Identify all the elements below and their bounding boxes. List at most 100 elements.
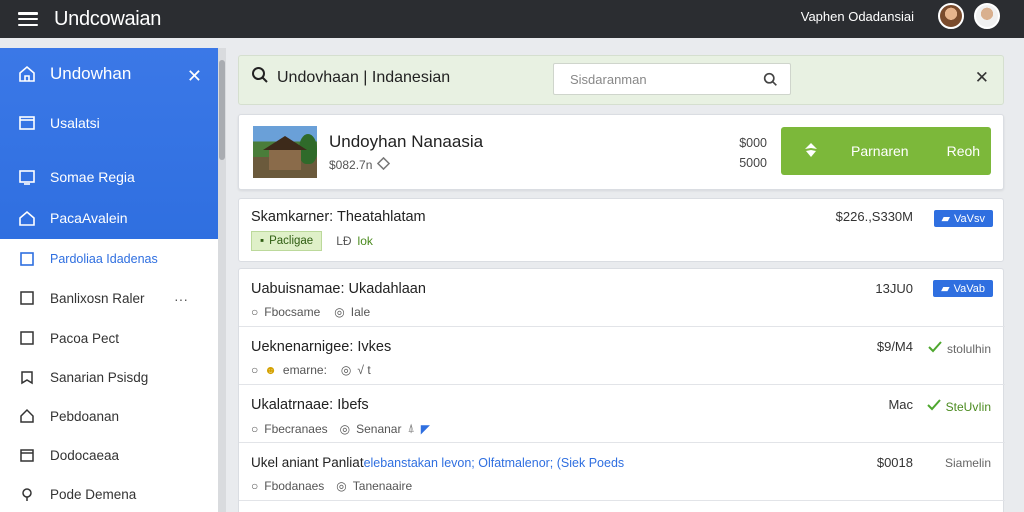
sidebar-item-label: Usalatsi	[50, 115, 100, 131]
listing-card[interactable]: Skamkarner: Theatahlatam ▪ Pacligae LĐ l…	[238, 198, 1004, 262]
listing-title-main: Ukel aniant Panliat	[251, 455, 364, 470]
status-badge[interactable]: ▰ VaVab	[933, 280, 993, 297]
sidebar-item-dodocaeaa[interactable]: Dodocaeaa	[0, 446, 218, 464]
monitor-icon	[18, 168, 36, 186]
sidebar-item-label: Pebdoanan	[50, 408, 120, 424]
sidebar: Undowhan ✕ Usalatsi Somae Regia PacaAval…	[0, 48, 218, 512]
sidebar-item-label: Banlixosn Raler	[50, 290, 145, 306]
status-label: SteUvIin	[945, 399, 991, 414]
product-title: Undoyhan Nanaasia	[329, 132, 484, 151]
status-indicator: SteUvIin	[926, 398, 991, 415]
listing-meta-2: Senanar	[356, 421, 402, 436]
listing-meta-2: √ t	[357, 363, 371, 377]
pin-icon: ⍋	[407, 421, 415, 435]
close-icon[interactable]: ✕	[187, 66, 202, 87]
listing-price: $9/M4	[876, 339, 913, 354]
sidebar-item-pardoliaa[interactable]: Pardoliaa Idadenas	[0, 250, 218, 268]
listing-meta-1: Fbecranaes	[264, 421, 328, 436]
clock-icon: ○	[251, 305, 259, 319]
product-price-1: $000	[739, 136, 767, 150]
product-card: Undoyhan Nanaasia $082.7n $000 5000 Parn…	[238, 114, 1004, 190]
sidebar-item-usalatsi[interactable]: Usalatsi	[0, 114, 218, 132]
package-icon: ▪	[260, 235, 265, 247]
listing-panel: Uabuisnamae: Ukadahlaan ○ Fbocsame ◎ Ial…	[238, 268, 1005, 512]
package-tag[interactable]: ▪ Pacligae	[251, 231, 323, 251]
card-icon	[18, 114, 36, 132]
listing-meta-2: Tanenaaire	[352, 479, 413, 493]
listing-price: 13JU0	[875, 281, 913, 296]
listing-title: Ukalatrnaae: Ibefs	[251, 397, 369, 413]
listing-meta-1: emarne:	[282, 363, 327, 377]
product-prices: $000 5000	[735, 133, 767, 173]
clock-icon: ○	[251, 421, 259, 436]
tag-icon: ◤	[420, 421, 430, 436]
secondary-search-field[interactable]	[553, 63, 791, 95]
search-icon[interactable]	[763, 72, 778, 92]
status-label: stolulhin	[946, 341, 991, 356]
check-icon	[927, 340, 943, 357]
status-badge-label: VaVsv	[954, 212, 985, 225]
search-icon	[251, 66, 269, 89]
list-item[interactable]: Uabuisnamae: Ukadahlaan ○ Fbocsame ◎ Ial…	[239, 269, 1005, 327]
listing-meta-1: Fbocsame	[264, 305, 321, 319]
status-badge[interactable]: ▰ VaVsv	[933, 210, 993, 227]
sidebar-item-label: PacaAvalein	[50, 210, 128, 226]
sidebar-item-pacaavalein[interactable]: PacaAvalein	[0, 209, 218, 227]
menu-icon[interactable]	[18, 12, 38, 26]
chat-icon: ▰	[941, 283, 950, 295]
product-thumbnail[interactable]	[253, 126, 317, 178]
listing-meta-extra[interactable]: lok	[358, 234, 373, 248]
calendar-icon	[18, 446, 36, 464]
cta-label-primary: Parnaren	[851, 143, 909, 159]
clock-icon: ○	[251, 363, 259, 377]
product-subtitle-text: $082.7n	[329, 158, 373, 172]
sidebar-item-label: Somae Regia	[50, 169, 135, 185]
status-label: Siamelin	[944, 456, 991, 470]
sidebar-item-pacoa-pect[interactable]: Pacoa Pect	[0, 329, 218, 347]
listing-meta-code: LĐ	[336, 234, 352, 248]
cta-label-secondary: Reoh	[946, 143, 981, 159]
sidebar-scrollbar[interactable]	[218, 48, 226, 512]
sidebar-item-pebdoanan[interactable]: Pebdoanan	[0, 407, 218, 425]
list-item[interactable]: Ueknenarnigee: Ivkes ○ ☻ emarne: ◎ √ t $…	[239, 327, 1005, 385]
listing-price: $226.,S330M	[835, 209, 913, 224]
list-item[interactable]: Ukalatrnaae: Ibefs ○ Fbecranaes ◎ Senana…	[239, 385, 1005, 443]
listing-price: Mac	[888, 397, 913, 412]
sidebar-item-pode-demena[interactable]: Pode Demena	[0, 485, 218, 503]
listing-meta: ○ Fbodanaes ◎ Tanenaaire	[251, 479, 412, 493]
avatar-secondary[interactable]	[974, 3, 1000, 29]
home-icon	[18, 209, 36, 227]
listing-title-link[interactable]: elebanstakan levon; Olfatmalenor; (Siek …	[364, 456, 625, 470]
tag-icon	[377, 156, 391, 173]
sidebar-header[interactable]: Undowhan	[0, 64, 218, 84]
pin-icon	[18, 485, 36, 503]
listing-meta: ▪ Pacligae LĐ lok	[251, 231, 373, 251]
list-item[interactable]: Skamkarner: Theatahlatam ▪ Pacligae LĐ l…	[239, 199, 1005, 261]
status-indicator: stolulhin	[927, 340, 991, 357]
square-icon	[18, 289, 36, 307]
top-bar: Undcowaian Vaphen Odadansiai	[0, 0, 1024, 38]
primary-action-button[interactable]: Parnaren Reoh	[781, 127, 991, 175]
listing-title: Skamkarner: Theatahlatam	[251, 209, 426, 225]
sidebar-item-somae-regia[interactable]: Somae Regia	[0, 168, 218, 186]
avatar[interactable]	[938, 3, 964, 29]
listing-meta-1: Fbodanaes	[264, 479, 325, 493]
app-title: Undcowaian	[54, 7, 162, 30]
scrollbar-thumb[interactable]	[219, 60, 225, 160]
user-name[interactable]: Vaphen Odadansiai	[801, 9, 914, 24]
home-icon	[18, 65, 36, 83]
leaf-icon	[803, 142, 819, 161]
listing-meta: ○ Fbecranaes ◎ Senanar ⍋ ◤	[251, 421, 430, 436]
search-card: Undovhaan | Indanesian ✕	[238, 55, 1004, 105]
list-item[interactable]: Ukel aniant Panliatelebanstakan levon; O…	[239, 443, 1005, 501]
search-query-area[interactable]: Undovhaan | Indanesian	[251, 66, 450, 89]
chat-icon: ▰	[941, 213, 951, 225]
home-icon	[18, 407, 36, 425]
info-icon: ◎	[336, 479, 347, 493]
listing-price: $0018	[876, 455, 913, 470]
sidebar-item-sanarian[interactable]: Sanarian Psisdg	[0, 368, 218, 386]
close-icon[interactable]: ✕	[975, 68, 989, 88]
more-icon[interactable]: ···	[174, 291, 188, 307]
clock-icon: ○	[251, 479, 259, 493]
search-input[interactable]	[554, 64, 744, 94]
